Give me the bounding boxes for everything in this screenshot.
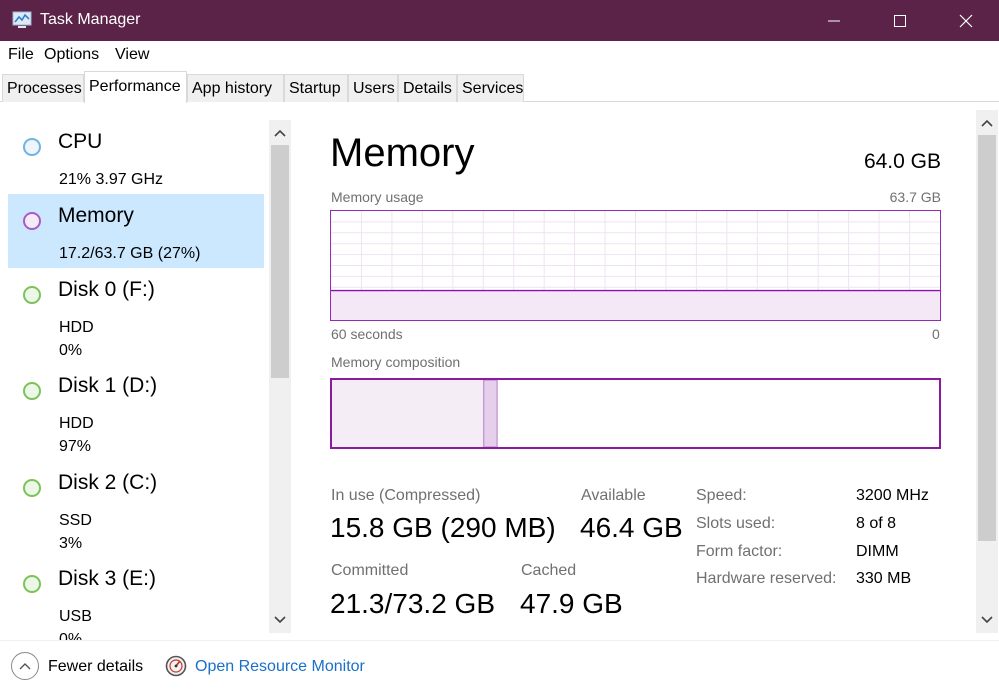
main-scrollbar[interactable] <box>976 110 998 633</box>
chevron-up-icon <box>19 663 31 670</box>
open-resource-monitor-link[interactable]: Open Resource Monitor <box>195 658 365 676</box>
sidebar-item-cpu[interactable]: CPU 21% 3.97 GHz <box>8 120 264 194</box>
sidebar-item-label: Disk 0 (F:) <box>58 278 155 301</box>
title-bar: Task Manager <box>0 0 999 41</box>
sidebar-item-disk-3[interactable]: Disk 3 (E:) USB 0% <box>8 557 264 640</box>
tab-services[interactable]: Services <box>457 74 524 102</box>
sidebar-item-disk-2[interactable]: Disk 2 (C:) SSD 3% <box>8 461 264 557</box>
page-title: Memory <box>330 131 475 175</box>
sidebar-item-type: HDD <box>59 415 94 432</box>
sidebar-item-label: Disk 2 (C:) <box>58 471 158 494</box>
tab-performance[interactable]: Performance <box>84 71 187 103</box>
tab-bar: Processes Performance App history Startu… <box>0 69 999 103</box>
chevron-down-icon <box>274 616 286 624</box>
chevron-up-icon <box>274 129 286 137</box>
time-axis-zero: 0 <box>932 326 940 342</box>
tab-startup[interactable]: Startup <box>284 74 348 102</box>
fewer-details-link[interactable]: Fewer details <box>48 658 143 676</box>
disk-indicator-icon <box>23 479 41 497</box>
memory-indicator-icon <box>23 212 41 230</box>
maximize-icon <box>894 14 906 27</box>
cpu-indicator-icon <box>23 138 41 156</box>
resource-monitor-icon[interactable] <box>165 655 187 677</box>
window-title: Task Manager <box>40 11 141 28</box>
in-use-value: 15.8 GB (290 MB) <box>330 512 556 543</box>
sidebar-item-label: CPU <box>58 130 103 153</box>
time-axis-label: 60 seconds <box>331 326 403 342</box>
sidebar-scrollbar[interactable] <box>269 120 291 633</box>
memory-usage-chart <box>331 211 940 320</box>
close-button[interactable] <box>933 0 999 41</box>
sidebar-item-label: Memory <box>58 204 134 227</box>
scroll-up-button[interactable] <box>976 112 998 134</box>
chevron-up-icon <box>981 119 993 127</box>
performance-sidebar: CPU 21% 3.97 GHz Memory 17.2/63.7 GB (27… <box>0 110 296 640</box>
sidebar-item-type: HDD <box>59 319 94 336</box>
sidebar-item-detail: 0% <box>59 631 83 640</box>
slots-used-label: Slots used: <box>696 515 776 532</box>
footer: Fewer details Open Resource Monitor <box>0 640 999 700</box>
scrollbar-thumb[interactable] <box>978 135 996 541</box>
disk-indicator-icon <box>23 382 41 400</box>
close-icon <box>959 14 973 27</box>
fewer-details-button[interactable] <box>11 652 39 680</box>
memory-composition-label: Memory composition <box>331 354 461 370</box>
cached-label: Cached <box>521 562 577 579</box>
slots-used-value: 8 of 8 <box>856 515 897 532</box>
tab-details[interactable]: Details <box>398 74 457 102</box>
scroll-down-button[interactable] <box>269 609 291 631</box>
available-value: 46.4 GB <box>580 512 683 543</box>
sidebar-item-detail: 3% <box>59 535 83 552</box>
available-label: Available <box>581 487 646 504</box>
minimize-icon <box>828 20 840 21</box>
sidebar-item-detail: 21% 3.97 GHz <box>59 171 164 188</box>
committed-label: Committed <box>331 562 409 579</box>
sidebar-item-type: USB <box>59 608 92 625</box>
sidebar-item-type: SSD <box>59 512 92 529</box>
scroll-up-button[interactable] <box>269 122 291 144</box>
sidebar-item-label: Disk 3 (E:) <box>58 567 157 590</box>
form-factor-value: DIMM <box>856 543 899 560</box>
maximize-button[interactable] <box>867 0 933 41</box>
menu-options[interactable]: Options <box>44 46 99 64</box>
sidebar-item-detail: 17.2/63.7 GB (27%) <box>59 245 201 262</box>
tab-app-history[interactable]: App history <box>187 74 284 102</box>
menu-file[interactable]: File <box>8 46 34 64</box>
memory-usage-max: 63.7 GB <box>889 189 941 205</box>
chevron-down-icon <box>981 616 993 624</box>
sidebar-item-detail: 97% <box>59 438 92 455</box>
disk-indicator-icon <box>23 575 41 593</box>
composition-modified-segment <box>483 379 498 448</box>
form-factor-label: Form factor: <box>696 543 783 560</box>
committed-value: 21.3/73.2 GB <box>330 588 496 619</box>
speed-label: Speed: <box>696 487 747 504</box>
scrollbar-thumb[interactable] <box>271 145 289 378</box>
sidebar-item-label: Disk 1 (D:) <box>58 374 158 397</box>
cached-value: 47.9 GB <box>520 588 623 619</box>
sidebar-item-disk-0[interactable]: Disk 0 (F:) HDD 0% <box>8 268 264 364</box>
memory-usage-label: Memory usage <box>331 189 424 205</box>
menu-view[interactable]: View <box>115 46 149 64</box>
memory-usage-fill <box>331 290 940 320</box>
hardware-reserved-value: 330 MB <box>856 570 912 587</box>
minimize-button[interactable] <box>801 0 867 41</box>
sidebar-item-disk-1[interactable]: Disk 1 (D:) HDD 97% <box>8 364 264 460</box>
speed-value: 3200 MHz <box>856 487 929 504</box>
tab-processes[interactable]: Processes <box>2 74 84 102</box>
in-use-label: In use (Compressed) <box>331 487 481 504</box>
menu-bar: File Options View <box>0 41 999 69</box>
task-manager-icon <box>12 11 32 28</box>
total-memory: 64.0 GB <box>863 150 941 173</box>
scroll-down-button[interactable] <box>976 609 998 631</box>
memory-composition-bar <box>330 378 941 449</box>
memory-usage-graph <box>330 210 941 321</box>
hardware-reserved-label: Hardware reserved: <box>696 570 837 587</box>
tab-users[interactable]: Users <box>348 74 398 102</box>
disk-indicator-icon <box>23 286 41 304</box>
sidebar-item-detail: 0% <box>59 342 83 359</box>
memory-composition-chart <box>332 379 498 448</box>
composition-in-use-segment <box>332 380 484 447</box>
sidebar-item-memory[interactable]: Memory 17.2/63.7 GB (27%) <box>8 194 264 268</box>
